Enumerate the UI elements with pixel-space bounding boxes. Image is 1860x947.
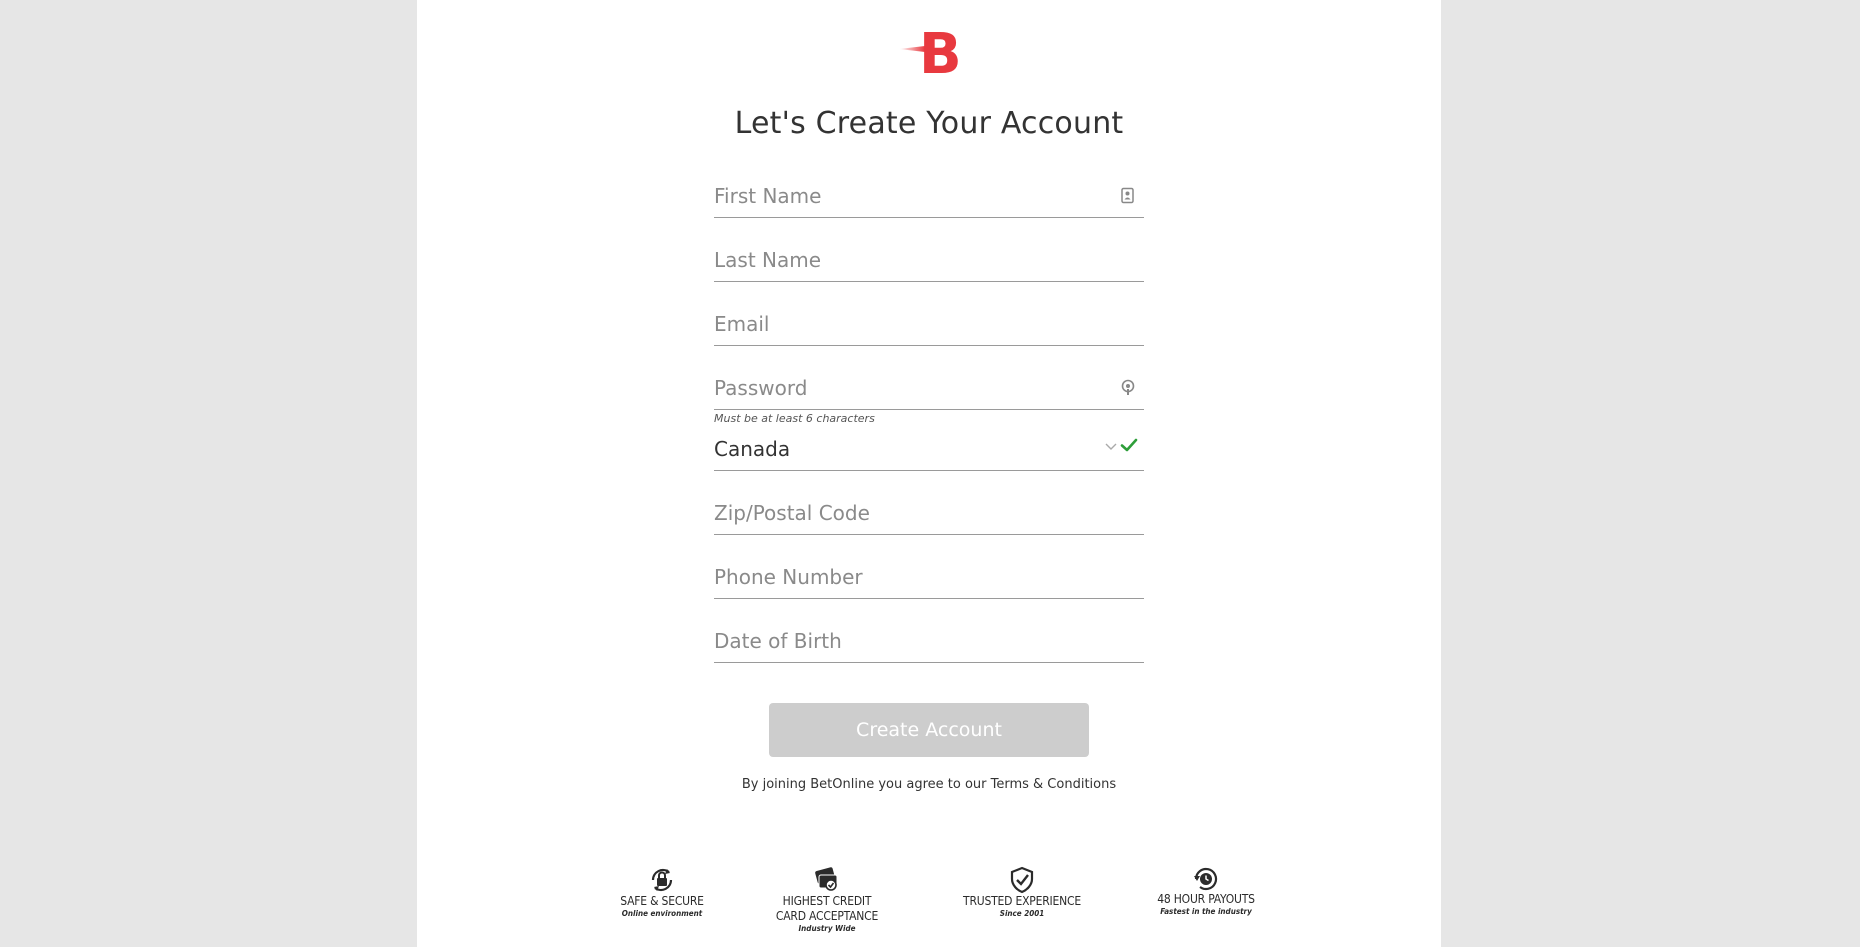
shield-check-icon	[1010, 866, 1034, 894]
email-input[interactable]	[714, 303, 1144, 345]
email-field	[714, 303, 1144, 346]
country-value: Canada	[714, 437, 791, 461]
zip-input[interactable]	[714, 492, 1144, 534]
badge-safe-secure: SAFE & SECURE Online environment	[602, 866, 722, 919]
country-select[interactable]: Canada	[714, 428, 1144, 471]
create-account-button[interactable]: Create Account	[769, 703, 1089, 757]
dob-field	[714, 620, 1144, 663]
signup-panel: B Let's Create Your Account Must be at l…	[417, 0, 1441, 947]
badge-subtitle: Industry Wide	[798, 924, 856, 933]
zip-field	[714, 492, 1144, 535]
clock-icon	[1194, 867, 1218, 891]
badge-payouts: 48 HOUR PAYOUTS Fastest in the industry	[1136, 866, 1276, 917]
key-icon[interactable]	[1120, 379, 1136, 397]
password-field	[714, 367, 1144, 410]
svg-text:B: B	[919, 22, 962, 80]
badge-subtitle: Online environment	[621, 909, 703, 918]
dob-input[interactable]	[714, 620, 1144, 662]
badge-subtitle: Since 2001	[999, 909, 1045, 918]
badge-subtitle: Fastest in the industry	[1160, 907, 1252, 916]
lock-icon	[651, 868, 673, 892]
first-name-input[interactable]	[714, 175, 1144, 217]
contact-card-icon[interactable]	[1120, 187, 1136, 205]
badge-title: HIGHEST CREDIT	[782, 894, 872, 908]
card-icon	[815, 867, 838, 891]
first-name-field	[714, 175, 1144, 218]
password-input[interactable]	[714, 367, 1144, 409]
badge-title: TRUSTED EXPERIENCE	[963, 894, 1081, 908]
page-title: Let's Create Your Account	[734, 106, 1124, 141]
last-name-field	[714, 239, 1144, 282]
betonline-logo: B	[899, 22, 962, 80]
badge-title-line2: CARD ACCEPTANCE	[775, 909, 879, 923]
badge-trusted-experience: TRUSTED EXPERIENCE Since 2001	[942, 866, 1102, 919]
chevron-down-icon[interactable]	[1104, 441, 1118, 451]
checkmark-icon	[1120, 438, 1138, 452]
password-hint: Must be at least 6 characters	[714, 412, 875, 425]
phone-field	[714, 556, 1144, 599]
badge-credit-card: HIGHEST CREDIT CARD ACCEPTANCE Industry …	[760, 866, 894, 934]
badge-title: 48 HOUR PAYOUTS	[1157, 892, 1255, 906]
badge-title: SAFE & SECURE	[620, 894, 704, 908]
last-name-input[interactable]	[714, 239, 1144, 281]
terms-text: By joining BetOnline you agree to our	[741, 777, 991, 792]
terms-link[interactable]: Terms & Conditions	[991, 777, 1117, 792]
terms-notice: By joining BetOnline you agree to our Te…	[417, 777, 1441, 792]
phone-input[interactable]	[714, 556, 1144, 598]
